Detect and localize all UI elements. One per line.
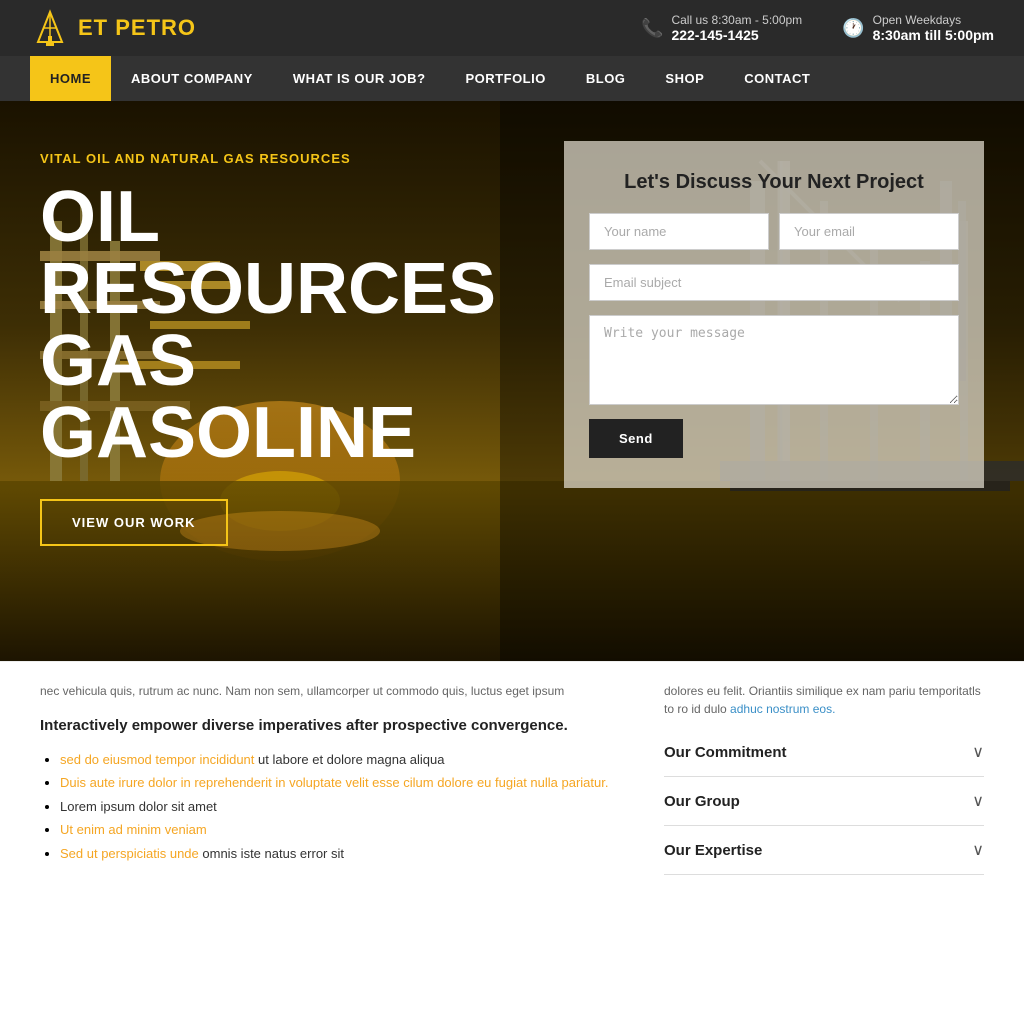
accordion-expertise[interactable]: Our Expertise ∨ (664, 826, 984, 875)
nav-item-about[interactable]: ABOUT COMPANY (111, 56, 273, 101)
bottom-right: dolores eu felit. Oriantiis similique ex… (664, 682, 984, 875)
hero-title: OIL RESOURCES GAS GASOLINE (40, 181, 534, 469)
hero-title-line2: RESOURCES (40, 253, 534, 325)
hours-label: Open Weekdays (873, 13, 994, 27)
top-bar: ET PETRO 📞 Call us 8:30am - 5:00pm 222-1… (0, 0, 1024, 56)
logo-petro: PETRO (115, 15, 196, 40)
logo-et: ET (78, 15, 108, 40)
form-row-name-email (589, 213, 959, 250)
phone-number: 222-145-1425 (671, 27, 802, 43)
list-item: Ut enim ad minim veniam (60, 818, 624, 841)
bottom-section: nec vehicula quis, rutrum ac nunc. Nam n… (0, 661, 1024, 895)
accordion-label-group: Our Group (664, 793, 740, 810)
phone-contact: 📞 Call us 8:30am - 5:00pm 222-145-1425 (641, 13, 802, 43)
list-item: sed do eiusmod tempor incididunt ut labo… (60, 748, 624, 771)
list-item: Lorem ipsum dolor sit amet (60, 795, 624, 818)
send-button[interactable]: Send (589, 419, 683, 458)
view-work-button[interactable]: VIEW OUR WORK (40, 499, 228, 546)
bullet-link-4[interactable]: Ut enim ad minim veniam (60, 822, 207, 837)
bullet-link-2[interactable]: Duis aute irure dolor in reprehenderit i… (60, 775, 608, 790)
logo-icon (30, 8, 70, 48)
bullet-text-5: omnis iste natus error sit (202, 846, 344, 861)
email-input[interactable] (779, 213, 959, 250)
nav-item-contact[interactable]: CONTACT (724, 56, 830, 101)
right-link[interactable]: adhuc nostrum eos. (730, 702, 835, 716)
nav-item-home[interactable]: HOME (30, 56, 111, 101)
empowerment-text: Interactively empower diverse imperative… (40, 715, 624, 736)
hero-subtitle: VITAL OIL AND NATURAL GAS RESOURCES (40, 151, 534, 166)
hero-title-line3: GAS (40, 325, 534, 397)
chevron-down-icon-expertise: ∨ (972, 840, 984, 860)
hours-contact: 🕐 Open Weekdays 8:30am till 5:00pm (842, 13, 994, 43)
nav-item-blog[interactable]: BLOG (566, 56, 646, 101)
clock-icon: 🕐 (842, 18, 864, 39)
contact-form-panel: Let's Discuss Your Next Project Send (564, 141, 984, 488)
bullet-link-1[interactable]: sed do eiusmod tempor incididunt (60, 752, 254, 767)
message-textarea[interactable] (589, 315, 959, 405)
nav-item-job[interactable]: WHAT IS OUR JOB? (273, 56, 446, 101)
bullet-list: sed do eiusmod tempor incididunt ut labo… (40, 748, 624, 865)
bullet-link-5[interactable]: Sed ut perspiciatis unde (60, 846, 199, 861)
logo-area: ET PETRO (30, 8, 196, 48)
accordion-commitment[interactable]: Our Commitment ∨ (664, 728, 984, 777)
subject-input[interactable] (589, 264, 959, 301)
accordion-label-commitment: Our Commitment (664, 744, 787, 761)
phone-icon: 📞 (641, 18, 663, 39)
nav-bar: HOME ABOUT COMPANY WHAT IS OUR JOB? PORT… (0, 56, 1024, 101)
list-item: Sed ut perspiciatis unde omnis iste natu… (60, 842, 624, 865)
chevron-down-icon-group: ∨ (972, 791, 984, 811)
contact-info: 📞 Call us 8:30am - 5:00pm 222-145-1425 🕐… (641, 13, 994, 43)
hero-left: VITAL OIL AND NATURAL GAS RESOURCES OIL … (40, 131, 534, 631)
hours-value: 8:30am till 5:00pm (873, 27, 994, 43)
hero-section: VITAL OIL AND NATURAL GAS RESOURCES OIL … (0, 101, 1024, 661)
phone-label: Call us 8:30am - 5:00pm (671, 13, 802, 27)
accordion-group[interactable]: Our Group ∨ (664, 777, 984, 826)
lorem-text-right: dolores eu felit. Oriantiis similique ex… (664, 682, 984, 718)
form-title: Let's Discuss Your Next Project (589, 171, 959, 194)
bullet-text-3: Lorem ipsum dolor sit amet (60, 799, 217, 814)
nav-item-shop[interactable]: SHOP (645, 56, 724, 101)
lorem-text-left: nec vehicula quis, rutrum ac nunc. Nam n… (40, 682, 624, 700)
list-item: Duis aute irure dolor in reprehenderit i… (60, 771, 624, 794)
name-input[interactable] (589, 213, 769, 250)
hero-title-line4: GASOLINE (40, 397, 534, 469)
chevron-down-icon-commitment: ∨ (972, 742, 984, 762)
nav-item-portfolio[interactable]: PORTFOLIO (446, 56, 566, 101)
hero-content: VITAL OIL AND NATURAL GAS RESOURCES OIL … (0, 101, 1024, 661)
accordion-label-expertise: Our Expertise (664, 842, 762, 859)
logo-text: ET PETRO (78, 15, 196, 41)
bottom-left: nec vehicula quis, rutrum ac nunc. Nam n… (40, 682, 624, 875)
bullet-text-1: ut labore et dolore magna aliqua (258, 752, 444, 767)
hero-title-line1: OIL (40, 181, 534, 253)
